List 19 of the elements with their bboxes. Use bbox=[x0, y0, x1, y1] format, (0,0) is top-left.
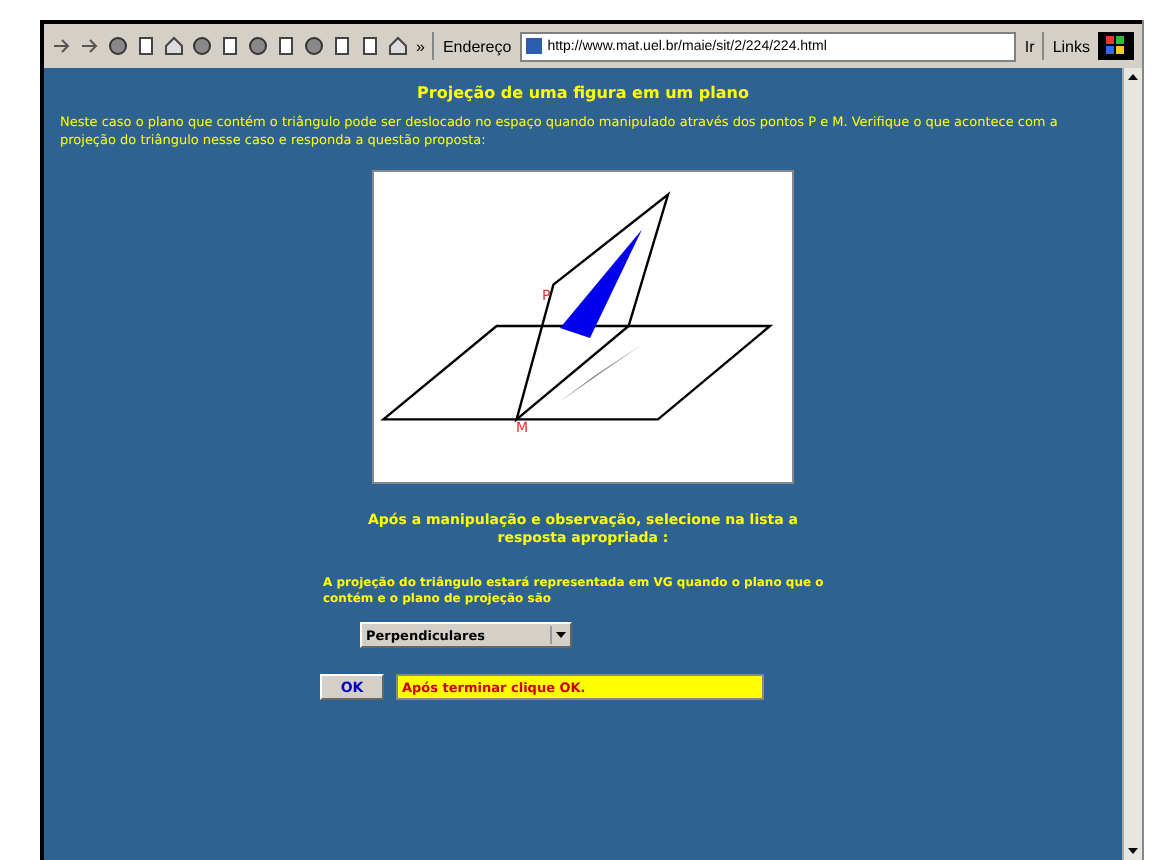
go-button[interactable]: Ir bbox=[1024, 37, 1035, 55]
house-icon[interactable] bbox=[164, 36, 184, 56]
page-icon[interactable] bbox=[136, 36, 156, 56]
links-button[interactable]: Links bbox=[1052, 37, 1090, 55]
circle-icon[interactable] bbox=[304, 36, 324, 56]
page-icon bbox=[525, 38, 542, 54]
page-icon[interactable] bbox=[276, 36, 296, 56]
circle-icon[interactable] bbox=[192, 36, 212, 56]
windows-logo-icon bbox=[1098, 32, 1134, 60]
arrow-icon[interactable] bbox=[52, 36, 72, 56]
more-chevron[interactable]: » bbox=[416, 37, 425, 55]
circle-icon[interactable] bbox=[108, 36, 128, 56]
address-label: Endereço bbox=[442, 37, 512, 55]
page-title: Projeção de uma figura em um plano bbox=[417, 84, 749, 102]
circle-icon[interactable] bbox=[248, 36, 268, 56]
page-icon[interactable] bbox=[220, 36, 240, 56]
arrow-icon[interactable] bbox=[80, 36, 100, 56]
house-icon[interactable] bbox=[388, 36, 408, 56]
caret-icon bbox=[550, 626, 570, 644]
